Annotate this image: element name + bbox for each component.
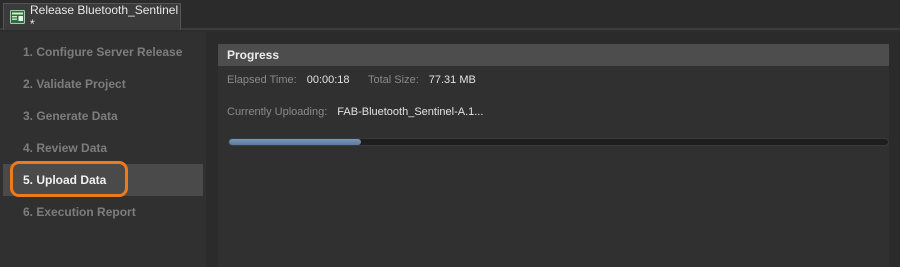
- step-review-data[interactable]: 4. Review Data: [3, 132, 203, 164]
- step-generate-data[interactable]: 3. Generate Data: [3, 100, 203, 132]
- release-steps-sidebar: 1. Configure Server Release 2. Validate …: [0, 32, 206, 267]
- upload-progress-fill: [229, 139, 361, 145]
- tab-title: Release Bluetooth_Sentinel *: [30, 3, 179, 31]
- step-execution-report[interactable]: 6. Execution Report: [3, 196, 203, 228]
- progress-panel: Progress Elapsed Time: 00:00:18 Total Si…: [218, 44, 889, 267]
- document-tab-bar: Release Bluetooth_Sentinel *: [0, 0, 900, 31]
- elapsed-time-label: Elapsed Time:: [227, 74, 297, 86]
- total-size-value: 77.31 MB: [428, 74, 476, 86]
- upload-progress-bar: [228, 138, 889, 146]
- step-upload-data[interactable]: 5. Upload Data: [3, 164, 203, 196]
- currently-uploading-row: Currently Uploading: FAB-Bluetooth_Senti…: [227, 106, 483, 118]
- currently-uploading-label: Currently Uploading:: [227, 106, 328, 118]
- total-size-row: Total Size: 77.31 MB: [368, 74, 476, 86]
- progress-header: Progress: [218, 44, 889, 66]
- panel-edge: [889, 44, 900, 267]
- step-configure-server-release[interactable]: 1. Configure Server Release: [3, 36, 203, 68]
- currently-uploading-value: FAB-Bluetooth_Sentinel-A.1...: [337, 106, 484, 118]
- step-validate-project[interactable]: 2. Validate Project: [3, 68, 203, 100]
- release-document-icon: [10, 10, 25, 24]
- main-content: Progress Elapsed Time: 00:00:18 Total Si…: [206, 32, 900, 267]
- tab-release[interactable]: Release Bluetooth_Sentinel *: [3, 3, 181, 31]
- elapsed-time-row: Elapsed Time: 00:00:18: [227, 74, 350, 86]
- elapsed-time-value: 00:00:18: [306, 74, 350, 86]
- total-size-label: Total Size:: [368, 74, 419, 86]
